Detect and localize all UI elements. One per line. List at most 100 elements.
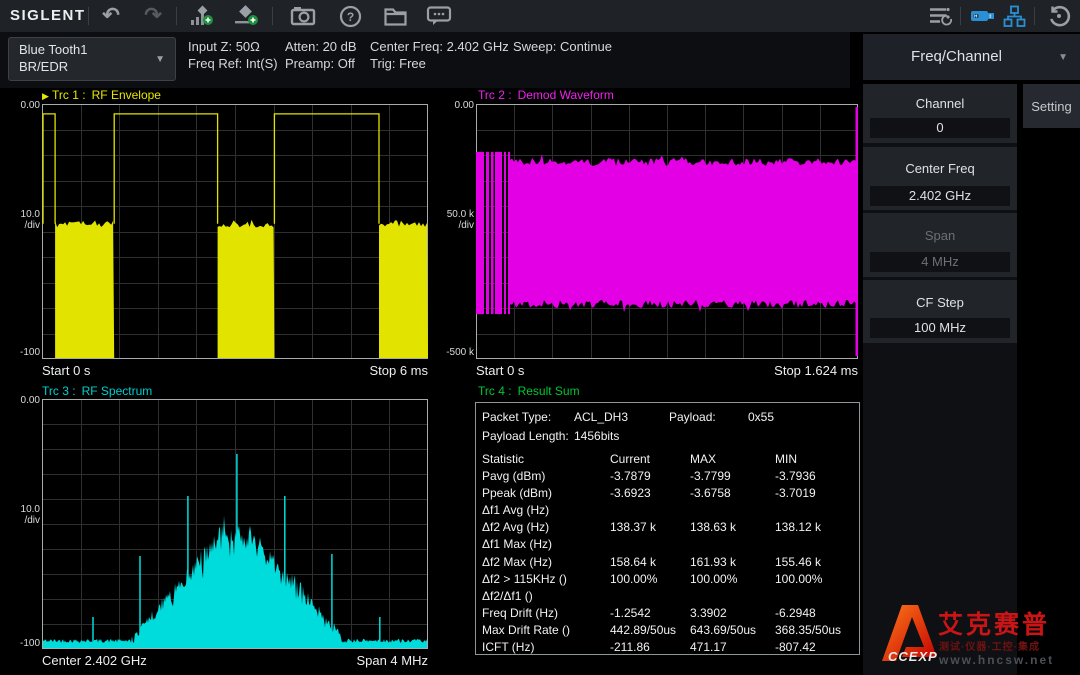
trc1-rf-envelope-plot[interactable] — [42, 104, 429, 360]
table-row: Δf1 Avg (Hz) — [476, 502, 859, 519]
trc3-x-center: Center 2.402 GHz — [42, 653, 147, 668]
add-marker-button[interactable] — [230, 4, 262, 28]
trc3-y-div-suffix: /div — [0, 515, 40, 526]
table-row: Ppeak (dBm)-3.6923-3.6758-3.7019 — [476, 485, 859, 502]
usb-icon: H — [970, 8, 996, 24]
tab-setting[interactable]: Setting — [1023, 84, 1080, 128]
trc2-prefix: Trc 2 : — [478, 88, 512, 102]
table-cell: Max Drift Rate () — [482, 623, 570, 637]
table-cell: -6.2948 — [775, 606, 816, 620]
table-row: Pavg (dBm)-3.7879-3.7799-3.7936 — [476, 468, 859, 485]
mode-name: Blue Tooth1 — [19, 42, 87, 57]
lan-icon — [1003, 5, 1026, 28]
trc4-title[interactable]: Trc 4 :Result Sum — [478, 384, 580, 398]
trc3-rf-spectrum-plot[interactable] — [42, 399, 429, 650]
sidebar-item-value[interactable]: 4 MHz — [870, 252, 1010, 272]
sidebar-item-label: Span — [863, 228, 1017, 243]
table-cell: 138.37 k — [610, 520, 656, 534]
chevron-down-icon: ▼ — [155, 54, 165, 65]
table-cell: 158.64 k — [610, 555, 656, 569]
table-cell: Freq Drift (Hz) — [482, 606, 558, 620]
siglent-logo: SIGLENT — [10, 7, 86, 24]
trc3-title[interactable]: Trc 3 : RF Spectrum — [42, 384, 152, 398]
trc2-title[interactable]: Trc 2 :Demod Waveform — [478, 88, 614, 102]
sidebar-item-center-freq[interactable]: Center Freq 2.402 GHz — [863, 147, 1017, 210]
top-toolbar: SIGLENT ↶ ↷ — [0, 0, 1080, 32]
table-cell: 0x55 — [748, 410, 774, 424]
accexp-chinese-name: 艾克赛普 — [938, 605, 1050, 641]
sidebar-item-label: Channel — [863, 96, 1017, 111]
trc1-title[interactable]: ▶ Trc 1 :RF Envelope — [42, 88, 161, 102]
trc3-prefix: Trc 3 : — [42, 384, 76, 398]
sidebar-item-value[interactable]: 100 MHz — [870, 318, 1010, 338]
table-cell: 471.17 — [690, 640, 727, 654]
svg-text:?: ? — [346, 10, 353, 24]
measurement-mode-dropdown[interactable]: Blue Tooth1 BR/EDR ▼ — [8, 37, 176, 81]
table-cell: -807.42 — [775, 640, 816, 654]
sidebar-item-cf-step[interactable]: CF Step100 MHz — [863, 280, 1017, 343]
sidebar-item-value[interactable]: 0 — [870, 118, 1010, 138]
spectrum-analyzer-screen: SIGLENT ↶ ↷ — [0, 0, 1080, 675]
trc1-y-div-suffix: /div — [0, 220, 40, 231]
trc1-name: RF Envelope — [92, 88, 161, 102]
trc3-x-span: Span 4 MHz — [356, 653, 428, 668]
table-row: Δf1 Max (Hz) — [476, 536, 859, 553]
table-cell: 1456bits — [574, 429, 619, 443]
table-cell: 100.00% — [610, 572, 657, 586]
sidebar-item-span[interactable]: Span 4 MHz — [863, 213, 1017, 277]
table-cell: 138.12 k — [775, 520, 821, 534]
restore-default-button[interactable] — [1044, 4, 1074, 28]
toolbar-separator — [1034, 7, 1035, 25]
sidebar-item-channel[interactable]: Channel 0 — [863, 84, 1017, 143]
trc2-demod-waveform-plot[interactable] — [476, 104, 859, 360]
status-field: Sweep: Continue — [513, 38, 612, 55]
restore-icon — [1047, 4, 1071, 28]
task-list-button[interactable] — [925, 4, 957, 28]
table-cell: Current — [610, 452, 650, 466]
menu-header-freq-channel[interactable]: Freq/Channel ▼ — [863, 34, 1080, 80]
trc4-prefix: Trc 4 : — [478, 384, 512, 398]
trc2-x-labels: Start 0 s Stop 1.624 ms — [476, 363, 858, 378]
help-icon: ? — [339, 5, 362, 28]
redo-icon: ↷ — [144, 5, 162, 27]
undo-button[interactable]: ↶ — [96, 4, 126, 28]
toolbar-separator — [960, 7, 961, 25]
table-header-row: StatisticCurrentMAXMIN — [476, 451, 859, 468]
table-cell: -1.2542 — [610, 606, 651, 620]
message-button[interactable] — [424, 4, 454, 28]
trc1-x-start: Start 0 s — [42, 363, 90, 378]
table-cell: Δf1 Max (Hz) — [482, 537, 552, 551]
trc2-y-div-label: 50.0 k — [434, 209, 474, 220]
status-field-line1: Center Freq: 2.402 GHz — [370, 38, 509, 55]
table-info-row: Payload Length:1456bits — [476, 428, 859, 447]
table-cell: Ppeak (dBm) — [482, 486, 552, 500]
trc2-y-bottom-label: -500 k — [434, 347, 474, 358]
table-cell: -3.7879 — [610, 469, 651, 483]
table-cell: Δf2/Δf1 () — [482, 589, 533, 603]
table-cell: Payload: — [669, 410, 716, 424]
sidebar-item-label: Center Freq — [863, 161, 1017, 176]
screenshot-button[interactable] — [287, 4, 319, 28]
trc1-prefix: Trc 1 : — [52, 88, 86, 102]
table-row: Max Drift Rate ()442.89/50us643.69/50us3… — [476, 622, 859, 639]
trc3-name: RF Spectrum — [82, 384, 153, 398]
table-cell: 155.46 k — [775, 555, 821, 569]
file-open-button[interactable] — [380, 4, 410, 28]
undo-icon: ↶ — [102, 5, 120, 27]
mode-sub: BR/EDR — [19, 59, 68, 74]
redo-button[interactable]: ↷ — [138, 4, 168, 28]
help-button[interactable]: ? — [336, 4, 364, 28]
table-cell: 643.69/50us — [690, 623, 756, 637]
accexp-text: CCEXP — [888, 649, 938, 664]
usb-device-button[interactable]: H — [968, 4, 998, 28]
table-cell: -211.86 — [610, 640, 650, 654]
trc1-y-div-label: 10.0 — [0, 209, 40, 220]
sidebar-item-value[interactable]: 2.402 GHz — [870, 186, 1010, 206]
trc3-x-labels: Center 2.402 GHz Span 4 MHz — [42, 653, 428, 668]
trc1-x-labels: Start 0 s Stop 6 ms — [42, 363, 428, 378]
table-cell: Statistic — [482, 452, 524, 466]
add-peak-marker-button[interactable] — [185, 4, 217, 28]
trc1-y-bottom-label: -100 — [0, 347, 40, 358]
lan-network-button[interactable] — [1000, 4, 1028, 28]
status-bar: Blue Tooth1 BR/EDR ▼ Input Z: 50ΩFreq Re… — [0, 32, 850, 88]
